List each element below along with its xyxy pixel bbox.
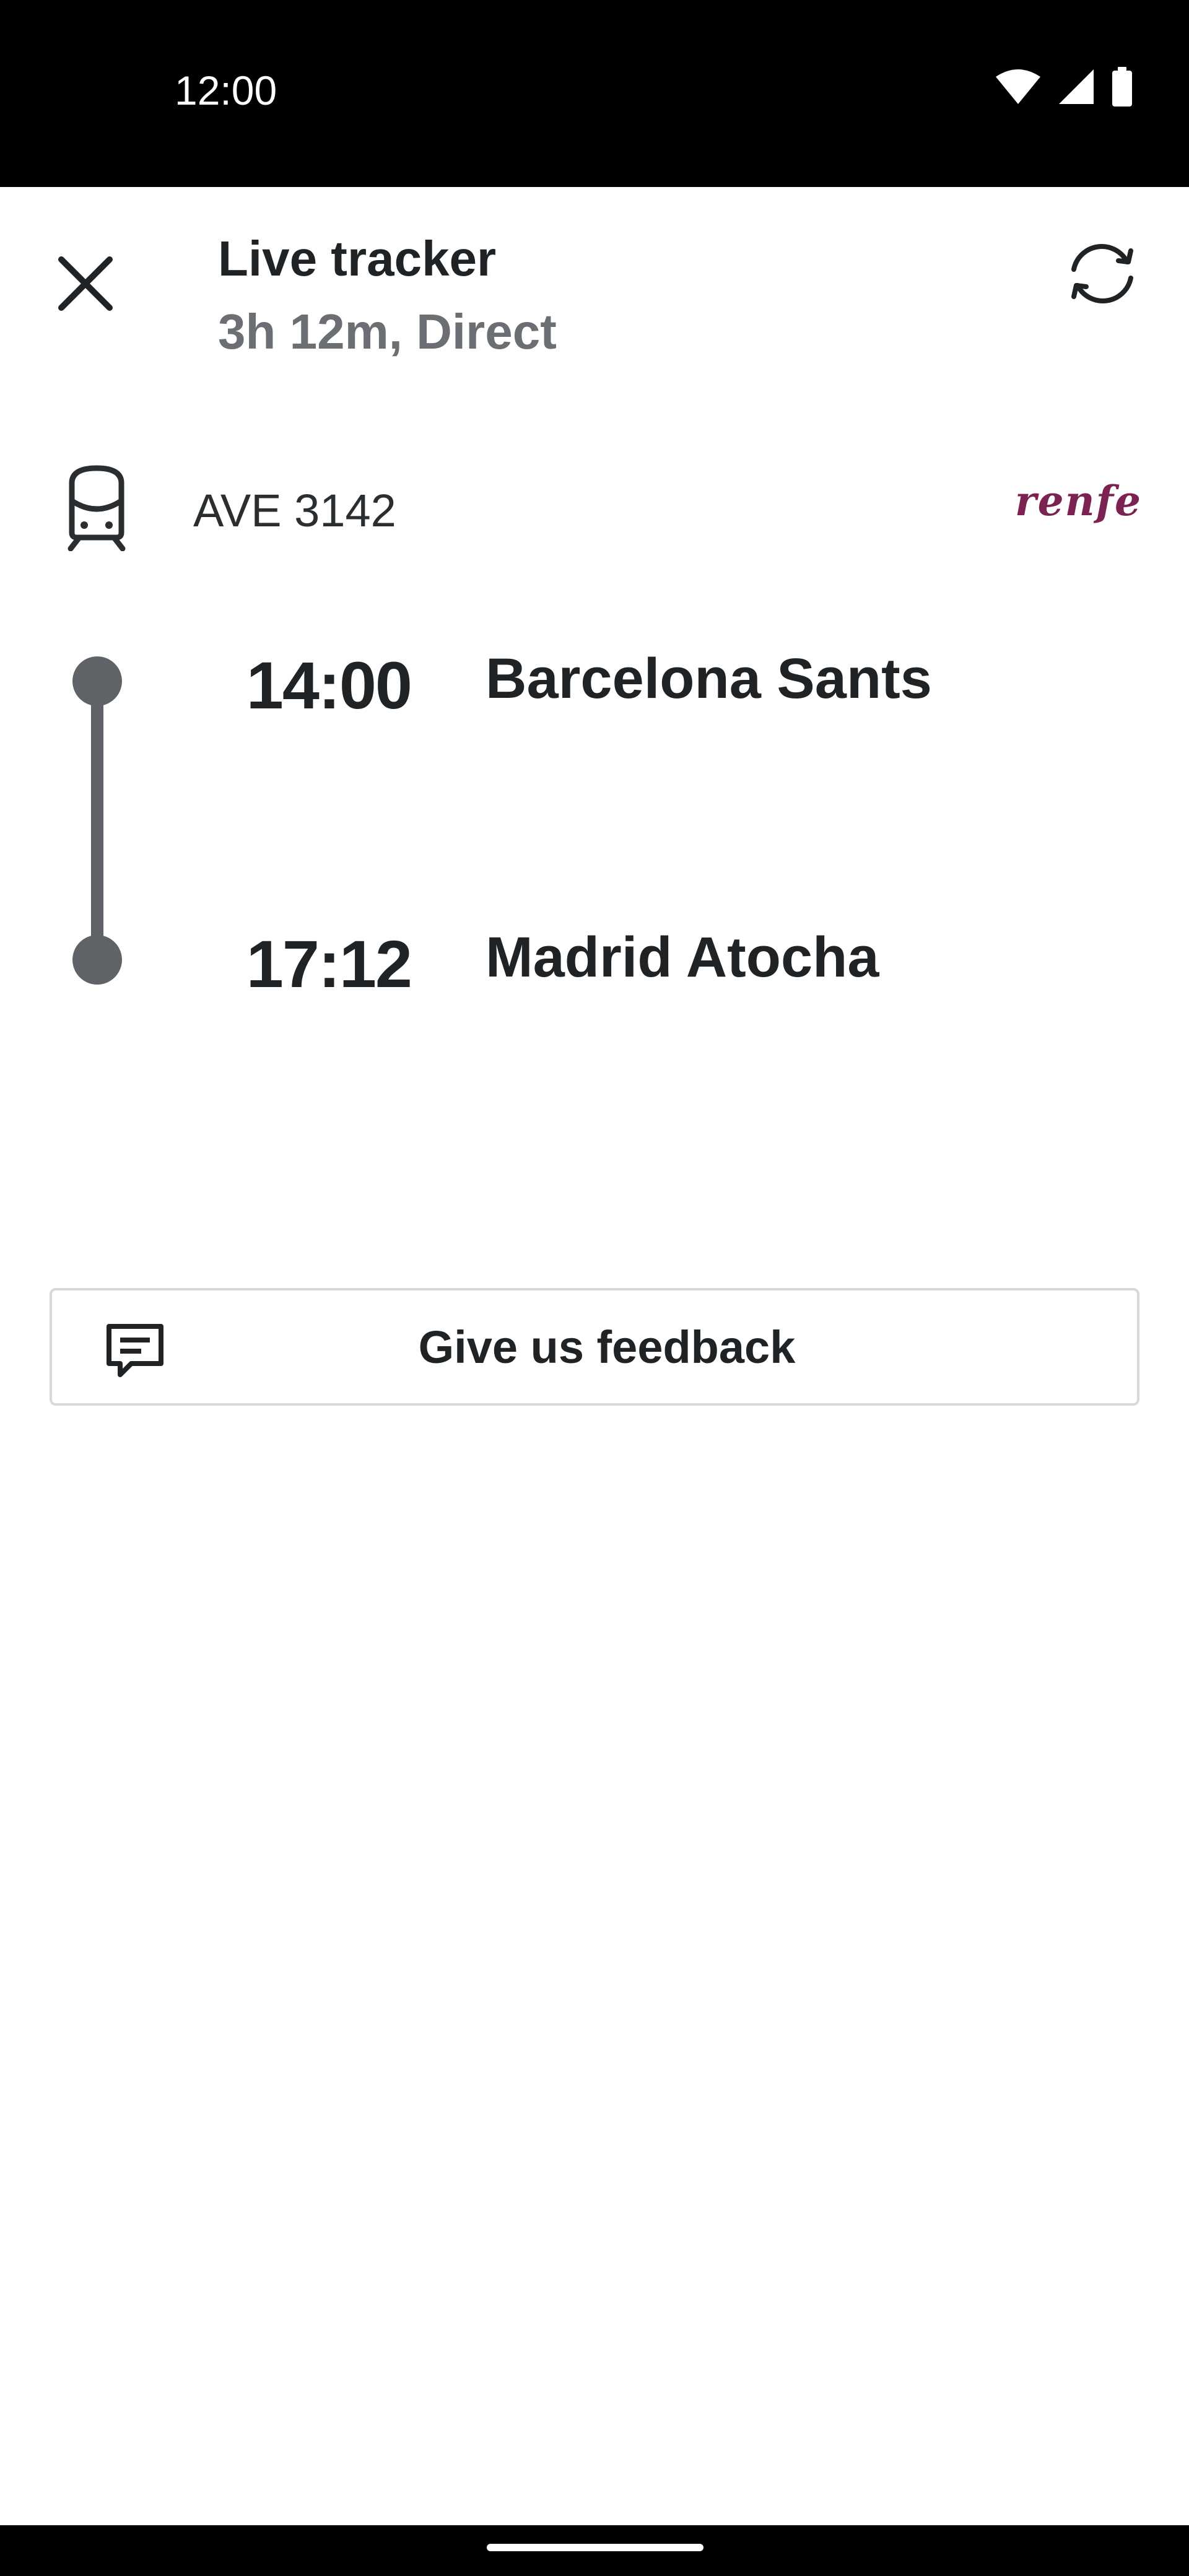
page-title: Live tracker <box>218 231 497 286</box>
route-line <box>91 681 103 960</box>
status-time: 12:00 <box>175 67 277 113</box>
close-button[interactable] <box>36 234 135 333</box>
header: Live tracker 3h 12m, Direct <box>0 187 1189 391</box>
arrival-time: 17:12 <box>246 926 412 1001</box>
departure-dot <box>72 656 122 706</box>
departure-station: Barcelona Sants <box>486 647 932 710</box>
trip-summary: 3h 12m, Direct <box>218 304 557 359</box>
close-icon <box>58 256 113 311</box>
status-icons <box>995 67 1133 107</box>
departure-time: 14:00 <box>246 648 412 723</box>
arrival-station: Madrid Atocha <box>486 926 879 989</box>
signal-icon <box>1059 69 1094 104</box>
train-icon <box>68 465 126 551</box>
feedback-label: Give us feedback <box>418 1321 796 1373</box>
arrival-dot <box>72 935 122 985</box>
wifi-icon <box>996 69 1040 104</box>
navigation-bar <box>0 2525 1189 2576</box>
home-gesture-handle[interactable] <box>487 2544 703 2551</box>
battery-icon <box>1112 67 1132 107</box>
train-number: AVE 3142 <box>193 485 396 536</box>
refresh-button[interactable] <box>1053 224 1152 323</box>
operator-logo: renfe <box>1014 477 1142 525</box>
route-timeline: 14:00 Barcelona Sants 17:12 Madrid Atoch… <box>0 644 1189 1016</box>
refresh-icon <box>1071 244 1133 303</box>
train-info-row: AVE 3142 renfe <box>0 458 1189 557</box>
status-bar: 12:00 <box>0 0 1189 187</box>
feedback-button[interactable]: Give us feedback <box>50 1288 1139 1406</box>
